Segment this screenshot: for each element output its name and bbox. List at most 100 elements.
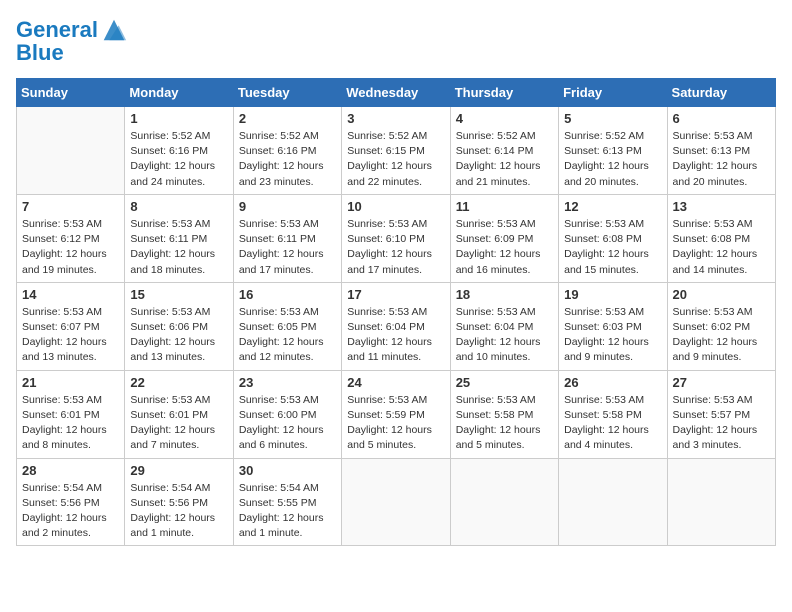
day-number: 12 — [564, 199, 661, 214]
weekday-header: Friday — [559, 79, 667, 107]
calendar-cell: 5 Sunrise: 5:52 AMSunset: 6:13 PMDaylight… — [559, 107, 667, 195]
day-number: 27 — [673, 375, 770, 390]
calendar-cell: 30 Sunrise: 5:54 AMSunset: 5:55 PMDayligh… — [233, 458, 341, 546]
day-number: 5 — [564, 111, 661, 126]
day-info: Sunrise: 5:53 AMSunset: 6:01 PMDaylight:… — [22, 393, 119, 454]
day-number: 18 — [456, 287, 553, 302]
day-info: Sunrise: 5:53 AMSunset: 6:08 PMDaylight:… — [673, 217, 770, 278]
day-info: Sunrise: 5:53 AMSunset: 6:10 PMDaylight:… — [347, 217, 444, 278]
logo-icon — [100, 16, 128, 44]
calendar-cell: 10Sunrise: 5:53 AMSunset: 6:10 PMDayligh… — [342, 194, 450, 282]
weekday-header: Wednesday — [342, 79, 450, 107]
day-info: Sunrise: 5:53 AMSunset: 5:58 PMDaylight:… — [564, 393, 661, 454]
day-info: Sunrise: 5:53 AMSunset: 6:07 PMDaylight:… — [22, 305, 119, 366]
calendar-cell: 13 Sunrise: 5:53 AMSunset: 6:08 PMDayligh… — [667, 194, 775, 282]
calendar-cell: 3 Sunrise: 5:52 AMSunset: 6:15 PMDaylight… — [342, 107, 450, 195]
calendar-week-row: 21 Sunrise: 5:53 AMSunset: 6:01 PMDayligh… — [17, 370, 776, 458]
day-number: 30 — [239, 463, 336, 478]
day-number: 6 — [673, 111, 770, 126]
calendar-cell: 16 Sunrise: 5:53 AMSunset: 6:05 PMDayligh… — [233, 282, 341, 370]
day-info: Sunrise: 5:53 AMSunset: 6:00 PMDaylight:… — [239, 393, 336, 454]
day-info: Sunrise: 5:53 AMSunset: 6:04 PMDaylight:… — [456, 305, 553, 366]
calendar-cell: 29 Sunrise: 5:54 AMSunset: 5:56 PMDayligh… — [125, 458, 233, 546]
calendar-cell: 12Sunrise: 5:53 AMSunset: 6:08 PMDayligh… — [559, 194, 667, 282]
calendar-cell — [17, 107, 125, 195]
calendar-cell: 6 Sunrise: 5:53 AMSunset: 6:13 PMDaylight… — [667, 107, 775, 195]
calendar-cell: 1Sunrise: 5:52 AMSunset: 6:16 PMDaylight… — [125, 107, 233, 195]
day-info: Sunrise: 5:53 AMSunset: 6:04 PMDaylight:… — [347, 305, 444, 366]
day-info: Sunrise: 5:52 AMSunset: 6:16 PMDaylight:… — [130, 129, 227, 190]
day-info: Sunrise: 5:52 AMSunset: 6:14 PMDaylight:… — [456, 129, 553, 190]
calendar-week-row: 14 Sunrise: 5:53 AMSunset: 6:07 PMDayligh… — [17, 282, 776, 370]
weekday-header: Saturday — [667, 79, 775, 107]
day-info: Sunrise: 5:52 AMSunset: 6:16 PMDaylight:… — [239, 129, 336, 190]
day-number: 7 — [22, 199, 119, 214]
calendar-cell — [450, 458, 558, 546]
calendar-cell — [667, 458, 775, 546]
day-number: 23 — [239, 375, 336, 390]
weekday-header: Monday — [125, 79, 233, 107]
calendar-cell: 8 Sunrise: 5:53 AMSunset: 6:11 PMDaylight… — [125, 194, 233, 282]
calendar-cell: 24Sunrise: 5:53 AMSunset: 5:59 PMDayligh… — [342, 370, 450, 458]
day-number: 21 — [22, 375, 119, 390]
day-info: Sunrise: 5:53 AMSunset: 6:01 PMDaylight:… — [130, 393, 227, 454]
day-info: Sunrise: 5:53 AMSunset: 6:11 PMDaylight:… — [130, 217, 227, 278]
calendar-cell: 4 Sunrise: 5:52 AMSunset: 6:14 PMDaylight… — [450, 107, 558, 195]
calendar-week-row: 28 Sunrise: 5:54 AMSunset: 5:56 PMDayligh… — [17, 458, 776, 546]
day-info: Sunrise: 5:53 AMSunset: 5:57 PMDaylight:… — [673, 393, 770, 454]
day-number: 25 — [456, 375, 553, 390]
day-number: 14 — [22, 287, 119, 302]
day-number: 4 — [456, 111, 553, 126]
day-number: 13 — [673, 199, 770, 214]
calendar-week-row: 1Sunrise: 5:52 AMSunset: 6:16 PMDaylight… — [17, 107, 776, 195]
calendar-cell: 27 Sunrise: 5:53 AMSunset: 5:57 PMDayligh… — [667, 370, 775, 458]
calendar-cell: 22Sunrise: 5:53 AMSunset: 6:01 PMDayligh… — [125, 370, 233, 458]
day-info: Sunrise: 5:54 AMSunset: 5:56 PMDaylight:… — [22, 481, 119, 542]
calendar-cell: 19 Sunrise: 5:53 AMSunset: 6:03 PMDayligh… — [559, 282, 667, 370]
day-number: 24 — [347, 375, 444, 390]
logo: General Blue — [16, 16, 128, 66]
day-number: 26 — [564, 375, 661, 390]
day-info: Sunrise: 5:52 AMSunset: 6:15 PMDaylight:… — [347, 129, 444, 190]
calendar-cell: 26 Sunrise: 5:53 AMSunset: 5:58 PMDayligh… — [559, 370, 667, 458]
day-number: 28 — [22, 463, 119, 478]
day-info: Sunrise: 5:54 AMSunset: 5:56 PMDaylight:… — [130, 481, 227, 542]
calendar-cell — [342, 458, 450, 546]
calendar-cell: 18 Sunrise: 5:53 AMSunset: 6:04 PMDayligh… — [450, 282, 558, 370]
day-info: Sunrise: 5:53 AMSunset: 6:12 PMDaylight:… — [22, 217, 119, 278]
calendar-table: SundayMondayTuesdayWednesdayThursdayFrid… — [16, 78, 776, 546]
day-number: 2 — [239, 111, 336, 126]
calendar-week-row: 7 Sunrise: 5:53 AMSunset: 6:12 PMDaylight… — [17, 194, 776, 282]
day-info: Sunrise: 5:53 AMSunset: 6:05 PMDaylight:… — [239, 305, 336, 366]
day-info: Sunrise: 5:53 AMSunset: 6:09 PMDaylight:… — [456, 217, 553, 278]
calendar-cell — [559, 458, 667, 546]
calendar-cell: 7 Sunrise: 5:53 AMSunset: 6:12 PMDaylight… — [17, 194, 125, 282]
page-header: General Blue — [16, 16, 776, 66]
day-number: 19 — [564, 287, 661, 302]
calendar-header-row: SundayMondayTuesdayWednesdayThursdayFrid… — [17, 79, 776, 107]
day-info: Sunrise: 5:53 AMSunset: 6:06 PMDaylight:… — [130, 305, 227, 366]
calendar-cell: 9Sunrise: 5:53 AMSunset: 6:11 PMDaylight… — [233, 194, 341, 282]
calendar-cell: 17 Sunrise: 5:53 AMSunset: 6:04 PMDayligh… — [342, 282, 450, 370]
day-number: 17 — [347, 287, 444, 302]
calendar-cell: 23 Sunrise: 5:53 AMSunset: 6:00 PMDayligh… — [233, 370, 341, 458]
day-number: 11 — [456, 199, 553, 214]
day-number: 3 — [347, 111, 444, 126]
logo-text: General — [16, 18, 98, 42]
day-number: 20 — [673, 287, 770, 302]
calendar-cell: 21 Sunrise: 5:53 AMSunset: 6:01 PMDayligh… — [17, 370, 125, 458]
day-number: 29 — [130, 463, 227, 478]
calendar-cell: 11 Sunrise: 5:53 AMSunset: 6:09 PMDayligh… — [450, 194, 558, 282]
calendar-cell: 2 Sunrise: 5:52 AMSunset: 6:16 PMDaylight… — [233, 107, 341, 195]
calendar-cell: 20Sunrise: 5:53 AMSunset: 6:02 PMDayligh… — [667, 282, 775, 370]
weekday-header: Sunday — [17, 79, 125, 107]
weekday-header: Tuesday — [233, 79, 341, 107]
day-info: Sunrise: 5:54 AMSunset: 5:55 PMDaylight:… — [239, 481, 336, 542]
day-info: Sunrise: 5:53 AMSunset: 6:13 PMDaylight:… — [673, 129, 770, 190]
day-info: Sunrise: 5:52 AMSunset: 6:13 PMDaylight:… — [564, 129, 661, 190]
day-number: 8 — [130, 199, 227, 214]
day-number: 16 — [239, 287, 336, 302]
day-number: 15 — [130, 287, 227, 302]
day-info: Sunrise: 5:53 AMSunset: 6:03 PMDaylight:… — [564, 305, 661, 366]
day-info: Sunrise: 5:53 AMSunset: 6:11 PMDaylight:… — [239, 217, 336, 278]
